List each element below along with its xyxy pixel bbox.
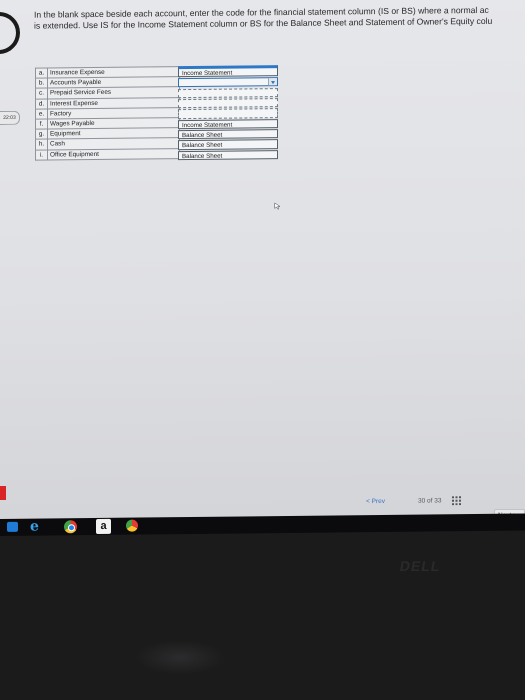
account-letter: c. [35,88,48,99]
question-text: In the blank space beside each account, … [34,5,525,32]
timer-badge: 22:03 [0,110,20,125]
answer-field[interactable] [178,108,278,119]
answer-field[interactable]: Balance Sheet [178,129,278,140]
answer-value: Balance Sheet [182,142,223,150]
answer-field[interactable]: Balance Sheet [178,149,278,161]
account-letter: a. [35,68,48,79]
answer-value: Balance Sheet [182,152,223,160]
back-arc-icon[interactable] [0,3,29,63]
account-letter: e. [35,108,48,120]
accounts-table: a. Insurance Expense b. Accounts Payable c. P… [35,66,180,160]
error-tab [0,486,6,500]
amazon-icon[interactable]: a [96,518,111,534]
account-letter: h. [35,139,48,150]
answer-field[interactable] [178,87,278,98]
answer-field[interactable]: Income Statement [178,118,278,130]
dropdown-arrow-icon[interactable] [268,78,277,86]
answer-field[interactable] [178,98,278,109]
chrome-secondary-icon[interactable] [126,519,138,532]
answer-field[interactable]: Income Statement [178,65,278,78]
grid-icon[interactable] [452,496,461,506]
answer-value: Income Statement [182,69,233,78]
answer-field[interactable] [178,77,278,88]
account-letter: f. [35,118,48,130]
account-letter: d. [35,98,48,109]
page-indicator: 30 of 33 [418,497,442,505]
answer-field[interactable]: Balance Sheet [178,139,278,150]
prev-button[interactable]: < Prev [366,498,385,505]
account-letter: g. [35,129,48,140]
account-name: Office Equipment [47,148,180,160]
monitor-logo: DELL [398,558,442,574]
answer-value: Income Statement [182,121,233,129]
account-letter: i. [35,149,48,160]
internet-explorer-icon[interactable]: e [30,519,43,535]
mouse-cursor-icon [274,202,281,210]
answer-value: Balance Sheet [182,131,223,140]
account-row: i. Office Equipment [35,148,180,160]
screen-reflection [135,640,225,675]
chrome-icon[interactable] [64,520,77,534]
answer-column: Income Statement Income Statement Balance … [178,65,278,161]
browser-viewport: In the blank space beside each account, … [0,0,525,532]
account-letter: b. [35,78,48,89]
store-icon[interactable] [7,521,18,532]
question-navigation: < Prev 30 of 33 [366,496,461,506]
